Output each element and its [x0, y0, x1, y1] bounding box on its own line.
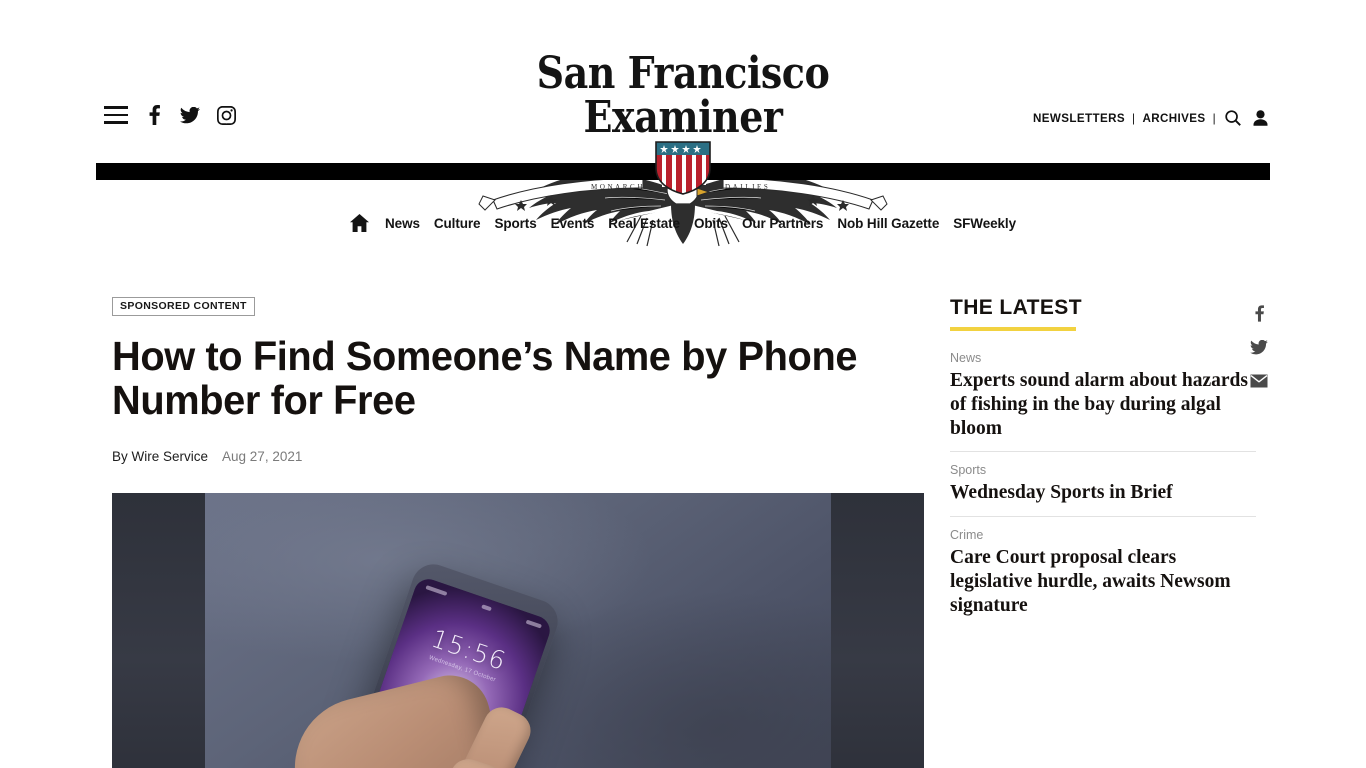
header-left-controls — [104, 104, 236, 126]
header-utility-links: NEWSLETTERS | ARCHIVES | — [1033, 107, 1270, 129]
site-masthead: San Francisco Examiner MONARCH DAILIES N… — [0, 0, 1366, 247]
nav-item-real-estate[interactable]: Real Estate — [608, 216, 680, 231]
list-item-kicker[interactable]: Sports — [950, 463, 1256, 477]
emblem-banner-right-text: DAILIES — [725, 183, 770, 191]
nav-item-sports[interactable]: Sports — [494, 216, 536, 231]
nav-item-nob-hill-gazette[interactable]: Nob Hill Gazette — [837, 216, 939, 231]
hero-phone-clock: 15:56 — [427, 623, 511, 676]
hamburger-menu-icon[interactable] — [104, 106, 128, 124]
home-icon[interactable] — [350, 214, 370, 232]
hero-letterbox-left — [112, 492, 205, 768]
utility-separator-2: | — [1212, 111, 1216, 125]
list-item[interactable]: Crime Care Court proposal clears legisla… — [950, 516, 1256, 628]
nav-item-news[interactable]: News — [385, 216, 420, 231]
list-item[interactable]: Sports Wednesday Sports in Brief — [950, 451, 1256, 516]
instagram-icon[interactable] — [216, 104, 236, 126]
list-item-title[interactable]: Care Court proposal clears legislative h… — [950, 546, 1256, 617]
article-hero-image: 15:56 Wednesday, 17 October — [112, 492, 924, 768]
list-item-kicker[interactable]: News — [950, 351, 1256, 365]
nav-item-sfweekly[interactable]: SFWeekly — [953, 216, 1016, 231]
article-date: Aug 27, 2021 — [222, 448, 303, 464]
twitter-icon[interactable] — [180, 104, 200, 126]
list-item[interactable]: News Experts sound alarm about hazards o… — [950, 351, 1256, 451]
search-icon[interactable] — [1223, 107, 1243, 129]
latest-sidebar: THE LATEST News Experts sound alarm abou… — [950, 296, 1256, 628]
sidebar-title: THE LATEST — [950, 296, 1082, 319]
facebook-icon[interactable] — [144, 104, 164, 126]
primary-navigation: News Culture Sports Events Real Estate O… — [0, 214, 1366, 232]
article-author[interactable]: By Wire Service — [112, 449, 208, 464]
flag-shield-icon — [648, 140, 718, 201]
hero-letterbox-right — [831, 492, 924, 768]
article-byline: By Wire Service Aug 27, 2021 — [112, 449, 924, 464]
newsletters-link[interactable]: NEWSLETTERS — [1033, 112, 1125, 125]
nav-item-events[interactable]: Events — [551, 216, 595, 231]
emblem-banner-left-text: MONARCH — [591, 183, 645, 191]
archives-link[interactable]: ARCHIVES — [1142, 112, 1205, 125]
nav-item-our-partners[interactable]: Our Partners — [742, 216, 823, 231]
page-root: San Francisco Examiner MONARCH DAILIES N… — [0, 0, 1366, 768]
latest-list: News Experts sound alarm about hazards o… — [950, 351, 1256, 628]
site-logo-text: San Francisco Examiner — [536, 48, 830, 143]
sidebar-title-underline — [950, 327, 1076, 331]
user-account-icon[interactable] — [1250, 107, 1270, 129]
article-headline: How to Find Someone’s Name by Phone Numb… — [112, 333, 858, 424]
sponsored-content-badge: SPONSORED CONTENT — [112, 297, 255, 317]
nav-item-obits[interactable]: Obits — [694, 216, 728, 231]
nav-item-culture[interactable]: Culture — [434, 216, 481, 231]
list-item-title[interactable]: Wednesday Sports in Brief — [950, 481, 1256, 505]
list-item-title[interactable]: Experts sound alarm about hazards of fis… — [950, 369, 1256, 440]
list-item-kicker[interactable]: Crime — [950, 528, 1256, 542]
utility-separator-1: | — [1132, 111, 1136, 125]
article-column: SPONSORED CONTENT How to Find Someone’s … — [112, 296, 924, 768]
